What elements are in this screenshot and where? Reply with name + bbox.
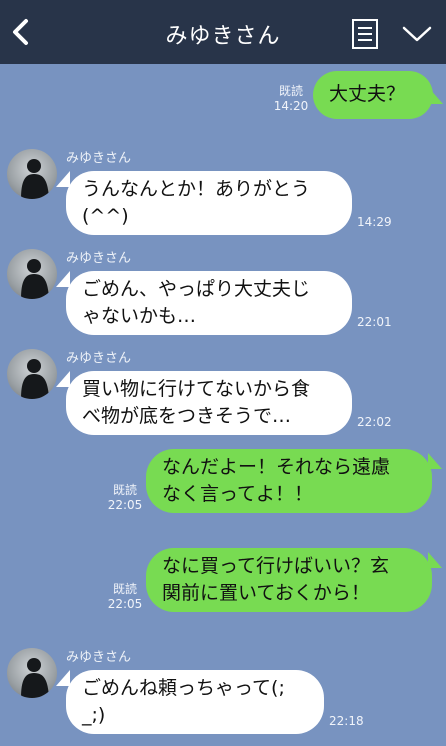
person-silhouette-icon — [21, 359, 49, 399]
avatar[interactable] — [7, 648, 57, 698]
collapse-button[interactable] — [400, 22, 434, 46]
message-time: 22:05 — [107, 597, 143, 611]
message-time: 22:01 — [357, 315, 392, 329]
message-received: みゆきさん 買い物に行けてないから食 べ物が底をつきそうで… 22:02 — [0, 347, 446, 439]
sender-name: みゆきさん — [66, 650, 132, 665]
bubble-tail — [428, 453, 442, 469]
message-bubble[interactable]: うんなんとか！ありがとう (^^) — [66, 171, 352, 235]
chevron-down-icon — [402, 26, 432, 42]
person-silhouette-icon — [21, 259, 49, 299]
person-silhouette-icon — [21, 159, 49, 199]
message-received: みゆきさん ごめん、やっぱり大丈夫じ ゃないかも… 22:01 — [0, 247, 446, 339]
message-sent: 既読 22:05 なに買って行けばいい？玄 関前に置いておくから！ — [0, 546, 446, 618]
message-bubble[interactable]: 大丈夫？ — [313, 71, 433, 119]
message-text: ごめん、やっぱり大丈夫じ ゃないかも… — [82, 278, 311, 327]
bubble-tail — [56, 371, 70, 387]
chat-header: みゆきさん — [0, 0, 446, 64]
bubble-tail — [56, 271, 70, 287]
sender-name: みゆきさん — [66, 151, 132, 166]
avatar[interactable] — [7, 349, 57, 399]
read-receipt: 既読 22:05 — [104, 483, 146, 513]
message-time: 22:05 — [107, 498, 143, 512]
message-received: みゆきさん うんなんとか！ありがとう (^^) 14:29 — [0, 147, 446, 239]
avatar[interactable] — [7, 249, 57, 299]
read-label: 既読 — [112, 582, 137, 596]
bubble-tail — [56, 171, 70, 187]
read-label: 既読 — [112, 483, 137, 497]
message-bubble[interactable]: ごめん、やっぱり大丈夫じ ゃないかも… — [66, 271, 352, 335]
message-text: 大丈夫？ — [329, 83, 406, 105]
message-text: 買い物に行けてないから食 べ物が底をつきそうで… — [82, 378, 311, 427]
message-text: なに買って行けばいい？玄 関前に置いておくから！ — [162, 555, 390, 604]
message-bubble[interactable]: ごめんね頼っちゃって(; _;) — [66, 670, 324, 734]
message-time: 22:18 — [329, 714, 364, 728]
bubble-tail — [428, 552, 442, 568]
message-bubble[interactable]: 買い物に行けてないから食 べ物が底をつきそうで… — [66, 371, 352, 435]
message-time: 14:29 — [357, 215, 392, 229]
message-time: 22:02 — [357, 415, 392, 429]
note-list-icon — [352, 19, 378, 49]
person-silhouette-icon — [21, 658, 49, 698]
message-text: ごめんね頼っちゃって(; _;) — [82, 677, 285, 726]
bubble-tail — [429, 88, 443, 104]
read-receipt: 既読 22:05 — [104, 582, 146, 612]
message-text: なんだよー！それなら遠慮 なく言ってよ！！ — [162, 456, 391, 505]
avatar[interactable] — [7, 149, 57, 199]
message-sent: 既読 14:20 大丈夫？ — [0, 64, 446, 124]
read-receipt: 既読 14:20 — [270, 84, 312, 114]
message-sent: 既読 22:05 なんだよー！それなら遠慮 なく言ってよ！！ — [0, 447, 446, 519]
message-text: うんなんとか！ありがとう (^^) — [82, 178, 311, 227]
read-label: 既読 — [278, 84, 303, 98]
bubble-tail — [56, 670, 70, 686]
note-menu-button[interactable] — [350, 18, 380, 50]
message-time: 14:20 — [273, 99, 309, 113]
sender-name: みゆきさん — [66, 351, 132, 366]
sender-name: みゆきさん — [66, 251, 132, 266]
message-bubble[interactable]: なに買って行けばいい？玄 関前に置いておくから！ — [146, 548, 432, 612]
message-received: みゆきさん ごめんね頼っちゃって(; _;) 22:18 — [0, 646, 446, 738]
message-bubble[interactable]: なんだよー！それなら遠慮 なく言ってよ！！ — [146, 449, 432, 513]
message-list[interactable]: 既読 14:20 大丈夫？ みゆきさん うんなんとか！ありがとう (^^) 14… — [0, 64, 446, 746]
